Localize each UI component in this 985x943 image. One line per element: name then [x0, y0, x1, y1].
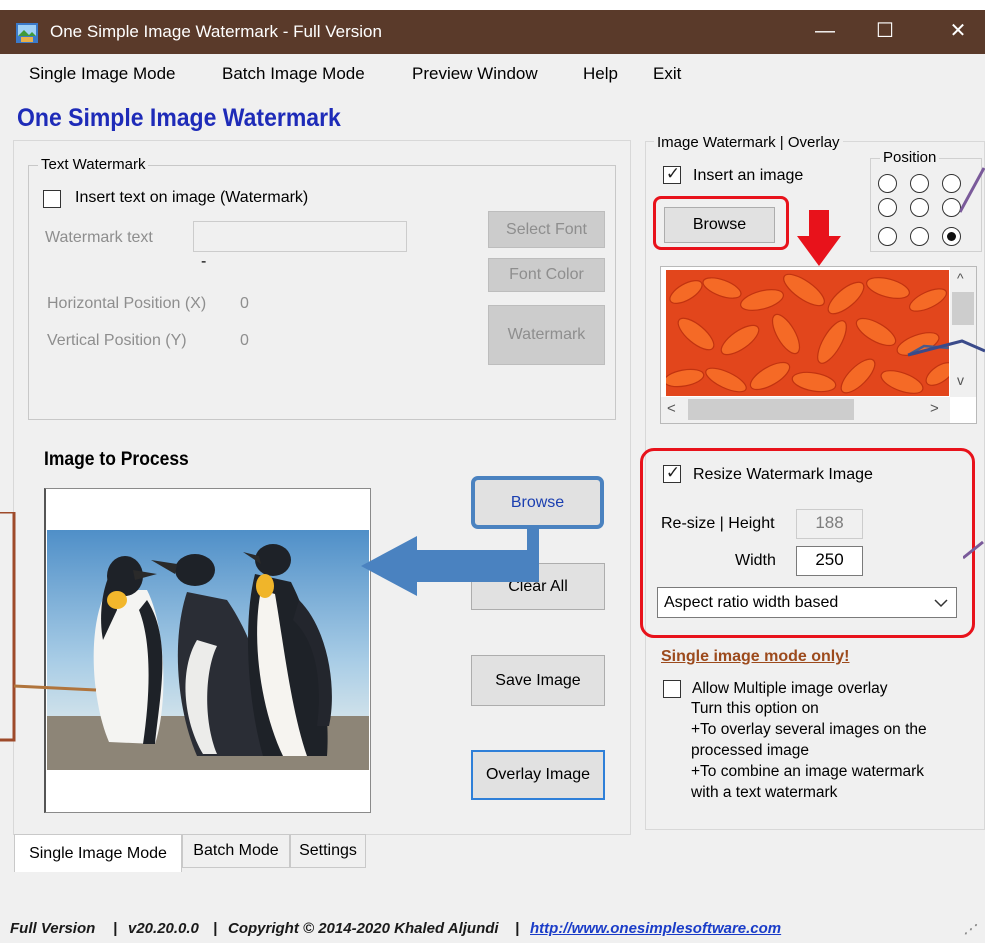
tab-batch-mode[interactable]: Batch Mode	[182, 834, 290, 868]
vertical-position-label: Vertical Position (Y)	[47, 332, 187, 349]
status-separator: |	[113, 920, 118, 937]
font-preview-dash: -	[201, 253, 207, 270]
minimize-button[interactable]: —	[802, 10, 848, 54]
annotation-purple-line	[960, 167, 985, 213]
status-edition: Full Version	[10, 920, 96, 937]
position-radio-top-left[interactable]	[878, 174, 897, 193]
annotation-red-arrow	[797, 210, 841, 266]
window-title: One Simple Image Watermark - Full Versio…	[50, 22, 382, 41]
title-bar[interactable]: One Simple Image Watermark - Full Versio…	[0, 10, 985, 54]
position-radio-bottom-left[interactable]	[878, 227, 897, 246]
horizontal-position-value: 0	[240, 295, 249, 312]
watermark-text-input[interactable]	[193, 221, 407, 252]
single-mode-note: Single image mode only!	[661, 648, 850, 665]
multiple-overlay-help-3: processed image	[691, 742, 810, 759]
position-radio-middle-center[interactable]	[910, 198, 929, 217]
image-overlay-legend: Image Watermark | Overlay	[654, 134, 843, 151]
multiple-overlay-help-5: with a text watermark	[691, 784, 838, 801]
menu-preview-window[interactable]: Preview Window	[412, 64, 538, 84]
resize-height-input[interactable]: 188	[796, 509, 863, 539]
insert-text-checkbox[interactable]	[43, 190, 61, 208]
text-watermark-legend: Text Watermark	[38, 156, 149, 173]
menu-exit[interactable]: Exit	[653, 64, 681, 84]
menu-help[interactable]: Help	[583, 64, 618, 84]
position-radio-top-right[interactable]	[942, 174, 961, 193]
tab-settings[interactable]: Settings	[290, 834, 366, 868]
insert-text-label: Insert text on image (Watermark)	[75, 189, 309, 206]
resize-height-label: Re-size | Height	[661, 515, 775, 532]
resize-width-label: Width	[735, 552, 776, 569]
position-legend: Position	[880, 149, 940, 166]
insert-image-label: Insert an image	[693, 167, 804, 184]
scroll-right-arrow[interactable]: >	[930, 400, 939, 417]
resize-grip-icon[interactable]: ⋰	[964, 922, 976, 936]
watermark-button[interactable]: Watermark	[488, 305, 605, 365]
annotation-navy-line	[907, 339, 985, 357]
vertical-position-value: 0	[240, 332, 249, 349]
maximize-button[interactable]: ☐	[862, 10, 908, 54]
website-link[interactable]: http://www.onesimplesoftware.com	[530, 920, 781, 937]
resize-width-input[interactable]: 250	[796, 546, 863, 576]
position-radio-middle-right[interactable]	[942, 198, 961, 217]
save-image-button[interactable]: Save Image	[471, 655, 605, 706]
resize-mode-select[interactable]: Aspect ratio width based	[657, 587, 957, 618]
horizontal-position-label: Horizontal Position (X)	[47, 295, 207, 312]
position-radio-top-center[interactable]	[910, 174, 929, 193]
annotation-blue-arrow	[361, 528, 539, 596]
overlay-browse-button[interactable]: Browse	[664, 207, 775, 243]
resize-watermark-label: Resize Watermark Image	[693, 466, 873, 483]
menu-single-image-mode[interactable]: Single Image Mode	[29, 64, 175, 84]
status-bar: Full Version | v20.20.0.0 | Copyright © …	[0, 910, 985, 943]
multiple-overlay-checkbox[interactable]	[663, 680, 681, 698]
scroll-down-arrow[interactable]: v	[957, 372, 964, 388]
vertical-scroll-thumb[interactable]	[952, 292, 974, 325]
process-browse-button[interactable]: Browse	[471, 476, 604, 529]
horizontal-scroll-thumb[interactable]	[688, 399, 854, 420]
position-radio-bottom-center[interactable]	[910, 227, 929, 246]
select-font-button[interactable]: Select Font	[488, 211, 605, 248]
multiple-overlay-label: Allow Multiple image overlay	[692, 680, 888, 697]
scroll-up-arrow[interactable]: ^	[957, 270, 964, 286]
chevron-down-icon	[934, 599, 948, 608]
status-separator: |	[213, 920, 218, 937]
flower-image	[666, 270, 949, 396]
status-version: v20.20.0.0	[128, 920, 199, 937]
position-radio-middle-left[interactable]	[878, 198, 897, 217]
menu-batch-image-mode[interactable]: Batch Image Mode	[222, 64, 365, 84]
multiple-overlay-help-1: Turn this option on	[691, 700, 819, 717]
position-radio-bottom-right[interactable]	[942, 227, 961, 246]
page-title: One Simple Image Watermark	[17, 104, 341, 132]
resize-watermark-checkbox[interactable]: ✓	[663, 463, 681, 483]
app-icon	[16, 23, 38, 43]
resize-mode-value: Aspect ratio width based	[664, 594, 839, 611]
watermark-text-label: Watermark text	[45, 229, 153, 246]
status-separator: |	[515, 920, 520, 937]
status-copyright: Copyright © 2014-2020 Khaled Aljundi	[228, 920, 499, 937]
multiple-overlay-help-4: +To combine an image watermark	[691, 763, 925, 780]
scroll-left-arrow[interactable]: <	[667, 400, 676, 417]
annotation-brown-bracket	[0, 512, 97, 742]
font-color-button[interactable]: Font Color	[488, 258, 605, 292]
tab-single-image-mode[interactable]: Single Image Mode	[14, 834, 182, 872]
image-to-process-heading: Image to Process	[44, 449, 189, 470]
close-button[interactable]: ✕	[935, 10, 981, 54]
top-strip	[0, 0, 985, 10]
overlay-image-button[interactable]: Overlay Image	[471, 750, 605, 800]
annotation-purple-line-2	[963, 540, 984, 560]
insert-image-checkbox[interactable]: ✓	[663, 164, 681, 184]
menu-bar: Single Image Mode Batch Image Mode Previ…	[0, 54, 985, 94]
multiple-overlay-help-2: +To overlay several images on the	[691, 721, 927, 738]
